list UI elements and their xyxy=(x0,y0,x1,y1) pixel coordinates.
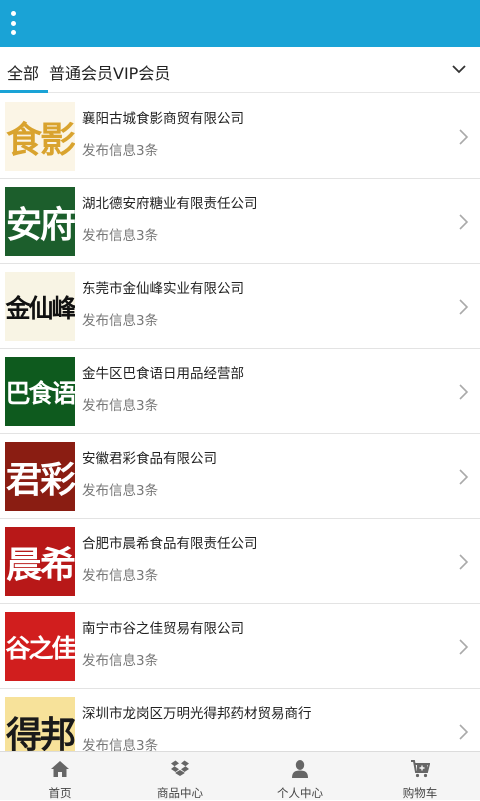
list-item[interactable]: 巴食语 金牛区巴食语日用品经营部 发布信息3条 xyxy=(0,349,480,434)
nav-cart[interactable]: 购物车 xyxy=(360,752,480,801)
post-count: 发布信息3条 xyxy=(82,738,159,751)
active-tab-indicator xyxy=(0,90,48,93)
list-item[interactable]: 安府 湖北德安府糖业有限责任公司 发布信息3条 xyxy=(0,179,480,264)
list-item[interactable]: 金仙峰 东莞市金仙峰实业有限公司 发布信息3条 xyxy=(0,264,480,349)
nav-profile[interactable]: 个人中心 xyxy=(240,752,360,801)
post-count: 发布信息3条 xyxy=(82,143,159,159)
chevron-right-icon xyxy=(459,639,469,655)
logo-text: 安府 xyxy=(5,203,75,246)
user-icon xyxy=(292,760,308,778)
chevron-right-icon xyxy=(459,129,469,145)
post-count: 发布信息3条 xyxy=(82,228,159,244)
company-name: 南宁市谷之佳贸易有限公司 xyxy=(82,621,244,637)
cart-icon xyxy=(411,760,430,778)
dropbox-icon xyxy=(171,760,189,776)
logo-text: 得邦 xyxy=(5,713,75,752)
company-logo: 金仙峰 xyxy=(5,272,75,341)
chevron-right-icon xyxy=(459,724,469,740)
tab-regular-member[interactable]: 普通会员 xyxy=(49,60,113,84)
nav-label: 个人中心 xyxy=(277,786,323,800)
list-item[interactable]: 晨希 合肥市晨希食品有限责任公司 发布信息3条 xyxy=(0,519,480,604)
nav-products[interactable]: 商品中心 xyxy=(120,752,240,801)
top-bar xyxy=(0,0,480,47)
company-name: 安徽君彩食品有限公司 xyxy=(82,451,217,467)
company-logo: 君彩 xyxy=(5,442,75,511)
logo-text: 巴食语 xyxy=(5,378,75,408)
home-icon xyxy=(51,761,69,777)
logo-text: 金仙峰 xyxy=(5,293,75,323)
post-count: 发布信息3条 xyxy=(82,483,159,499)
post-count: 发布信息3条 xyxy=(82,653,159,669)
company-name: 金牛区巴食语日用品经营部 xyxy=(82,366,244,382)
company-list: 食影 襄阳古城食影商贸有限公司 发布信息3条 安府 湖北德安府糖业有限责任公司 … xyxy=(0,94,480,751)
company-logo: 巴食语 xyxy=(5,357,75,426)
post-count: 发布信息3条 xyxy=(82,313,159,329)
tab-vip-member[interactable]: VIP会员 xyxy=(113,60,170,84)
company-logo: 得邦 xyxy=(5,697,75,751)
company-logo: 晨希 xyxy=(5,527,75,596)
chevron-right-icon xyxy=(459,214,469,230)
company-name: 东莞市金仙峰实业有限公司 xyxy=(82,281,244,297)
nav-label: 购物车 xyxy=(402,786,438,800)
post-count: 发布信息3条 xyxy=(82,398,159,414)
nav-label: 商品中心 xyxy=(157,786,203,800)
nav-home[interactable]: 首页 xyxy=(0,752,120,801)
tab-all[interactable]: 全部 xyxy=(7,60,39,84)
company-name: 深圳市龙岗区万明光得邦药材贸易商行 xyxy=(82,706,312,722)
chevron-right-icon xyxy=(459,554,469,570)
logo-text: 食影 xyxy=(5,118,75,161)
list-item[interactable]: 食影 襄阳古城食影商贸有限公司 发布信息3条 xyxy=(0,94,480,179)
logo-text: 谷之佳 xyxy=(5,633,75,663)
member-filter-tabs: 全部 普通会员 VIP会员 xyxy=(0,47,480,93)
company-logo: 安府 xyxy=(5,187,75,256)
nav-label: 首页 xyxy=(48,786,72,800)
company-logo: 谷之佳 xyxy=(5,612,75,681)
chevron-right-icon xyxy=(459,299,469,315)
list-item[interactable]: 得邦 深圳市龙岗区万明光得邦药材贸易商行 发布信息3条 xyxy=(0,689,480,751)
post-count: 发布信息3条 xyxy=(82,568,159,584)
company-name: 襄阳古城食影商贸有限公司 xyxy=(82,111,244,127)
bottom-nav: 首页 商品中心 个人中心 购物车 xyxy=(0,751,480,800)
list-item[interactable]: 君彩 安徽君彩食品有限公司 发布信息3条 xyxy=(0,434,480,519)
chevron-right-icon xyxy=(459,384,469,400)
company-logo: 食影 xyxy=(5,102,75,171)
logo-text: 晨希 xyxy=(5,543,75,586)
logo-text: 君彩 xyxy=(5,458,75,501)
company-name: 合肥市晨希食品有限责任公司 xyxy=(82,536,258,552)
chevron-right-icon xyxy=(459,469,469,485)
more-menu-icon[interactable] xyxy=(9,11,17,35)
chevron-down-icon[interactable] xyxy=(452,62,466,76)
list-item[interactable]: 谷之佳 南宁市谷之佳贸易有限公司 发布信息3条 xyxy=(0,604,480,689)
company-name: 湖北德安府糖业有限责任公司 xyxy=(82,196,258,212)
